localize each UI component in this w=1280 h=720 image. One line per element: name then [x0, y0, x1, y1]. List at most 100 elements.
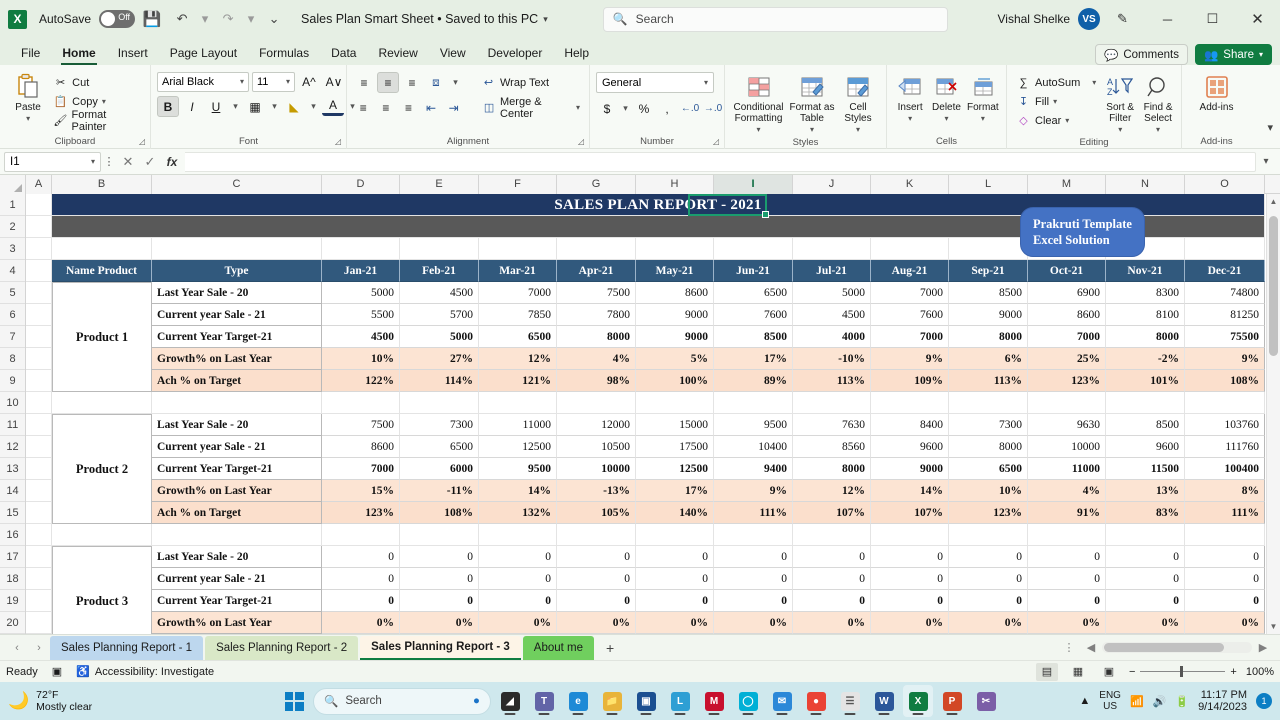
row-header-11[interactable]: 11 [0, 414, 25, 436]
tab-data[interactable]: Data [320, 42, 367, 65]
redo-chevron-icon[interactable]: ▾ [245, 6, 257, 32]
confirm-entry-icon[interactable]: ✓ [139, 154, 161, 170]
data-cell[interactable]: 132% [479, 502, 557, 524]
data-cell[interactable]: 0% [793, 612, 871, 634]
data-cell[interactable]: 0 [557, 546, 636, 568]
cell-e3[interactable] [400, 238, 479, 260]
paste-button[interactable]: Paste ▾ [6, 70, 50, 124]
data-cell[interactable]: 12% [793, 480, 871, 502]
cell-a1[interactable] [26, 194, 52, 216]
volume-icon[interactable]: 🔊 [1153, 695, 1167, 708]
font-name-select[interactable]: Arial Black ▾ [157, 72, 249, 92]
data-cell[interactable]: 0% [871, 612, 949, 634]
data-cell[interactable]: 7000 [479, 282, 557, 304]
data-cell[interactable]: 114% [400, 370, 479, 392]
data-cell[interactable]: 0 [1028, 568, 1106, 590]
cell-a2[interactable] [26, 216, 52, 238]
align-bottom-button[interactable]: ≡ [401, 72, 423, 93]
column-header-n[interactable]: N [1106, 175, 1185, 194]
data-cell[interactable]: 0 [714, 590, 793, 612]
page-layout-view-button[interactable]: ▦ [1067, 663, 1089, 681]
data-cell[interactable]: 4000 [793, 326, 871, 348]
start-button[interactable] [279, 685, 309, 717]
spacer-cell[interactable] [26, 524, 52, 546]
insert-cells-button[interactable]: Insert ▾ [893, 70, 927, 124]
data-cell[interactable]: 6% [949, 348, 1028, 370]
spacer-cell[interactable] [52, 524, 152, 546]
data-cell[interactable]: 123% [322, 502, 400, 524]
vertical-scrollbar[interactable]: ▲ ▼ [1266, 194, 1280, 634]
data-cell[interactable]: 98% [557, 370, 636, 392]
currency-chevron-icon[interactable]: ▾ [619, 98, 632, 119]
cell-k3[interactable] [871, 238, 949, 260]
data-cell[interactable]: 14% [871, 480, 949, 502]
row-header-12[interactable]: 12 [0, 436, 25, 458]
spacer-cell[interactable] [1185, 392, 1265, 414]
column-header-h[interactable]: H [636, 175, 714, 194]
data-cell[interactable]: 0 [1185, 590, 1265, 612]
data-cell[interactable]: 15% [322, 480, 400, 502]
font-color-button[interactable]: A [322, 98, 344, 116]
accessibility-status[interactable]: ♿ Accessibility: Investigate [76, 665, 214, 678]
cell-a[interactable] [26, 414, 52, 436]
product-name-cell[interactable] [52, 546, 152, 568]
spacer-cell[interactable] [557, 524, 636, 546]
row-header-13[interactable]: 13 [0, 458, 25, 480]
data-cell[interactable]: 9000 [871, 458, 949, 480]
table-header-dec-21[interactable]: Dec-21 [1185, 260, 1265, 282]
align-center-button[interactable]: ≡ [376, 97, 397, 118]
formula-input[interactable] [185, 152, 1256, 172]
cell-a[interactable] [26, 436, 52, 458]
table-header-sep-21[interactable]: Sep-21 [949, 260, 1028, 282]
column-header-g[interactable]: G [557, 175, 636, 194]
data-cell[interactable]: 8000 [1106, 326, 1185, 348]
product-name-cell[interactable]: Product 1 [52, 326, 152, 348]
taskbar-app-mcafee[interactable]: M [699, 685, 729, 717]
document-title-chevron-icon[interactable]: ▾ [543, 14, 548, 25]
column-header-j[interactable]: J [793, 175, 871, 194]
addins-button[interactable]: Add-ins [1194, 70, 1240, 113]
table-header-oct-21[interactable]: Oct-21 [1028, 260, 1106, 282]
cell-l3[interactable] [949, 238, 1028, 260]
data-cell[interactable]: 8600 [636, 282, 714, 304]
data-cell[interactable]: 107% [871, 502, 949, 524]
insert-function-icon[interactable]: fx [161, 155, 183, 169]
data-cell[interactable]: 109% [871, 370, 949, 392]
cell-a[interactable] [26, 348, 52, 370]
format-cells-button[interactable]: Format ▾ [966, 70, 1000, 124]
taskbar-app-powerpoint[interactable]: P [937, 685, 967, 717]
data-cell[interactable]: 4500 [322, 326, 400, 348]
row-label-cell[interactable]: Current year Sale - 21 [152, 568, 322, 590]
taskbar-app-store[interactable]: ▣ [631, 685, 661, 717]
decrease-indent-button[interactable]: ⇤ [421, 97, 442, 118]
data-cell[interactable]: 8000 [557, 326, 636, 348]
data-cell[interactable]: 7850 [479, 304, 557, 326]
fill-color-chevron-icon[interactable]: ▾ [307, 96, 320, 117]
data-cell[interactable]: 74800 [1185, 282, 1265, 304]
taskbar-search[interactable]: 🔍 Search ● [313, 688, 491, 715]
data-cell[interactable]: 7500 [322, 414, 400, 436]
underline-button[interactable]: U [205, 96, 227, 117]
data-cell[interactable]: 8500 [949, 282, 1028, 304]
data-cell[interactable]: 105% [557, 502, 636, 524]
data-cell[interactable]: 111760 [1185, 436, 1265, 458]
data-cell[interactable]: 0 [1106, 590, 1185, 612]
data-cell[interactable]: 9% [714, 480, 793, 502]
data-cell[interactable]: 4500 [400, 282, 479, 304]
row-header-1[interactable]: 1 [0, 194, 25, 216]
spacer-cell[interactable] [52, 392, 152, 414]
formula-bar-menu-icon[interactable]: ⋮ [101, 155, 117, 168]
column-header-e[interactable]: E [400, 175, 479, 194]
data-cell[interactable]: 10400 [714, 436, 793, 458]
data-cell[interactable]: 6000 [400, 458, 479, 480]
data-cell[interactable]: 75500 [1185, 326, 1265, 348]
zoom-thumb[interactable] [1180, 666, 1183, 677]
row-header-9[interactable]: 9 [0, 370, 25, 392]
data-cell[interactable]: -11% [400, 480, 479, 502]
data-cell[interactable]: 12500 [636, 458, 714, 480]
horizontal-scrollbar[interactable] [1102, 642, 1252, 653]
comma-style-button[interactable]: , [656, 98, 678, 119]
taskbar-app-word[interactable]: W [869, 685, 899, 717]
data-cell[interactable]: 0 [479, 546, 557, 568]
product-name-cell[interactable] [52, 304, 152, 326]
